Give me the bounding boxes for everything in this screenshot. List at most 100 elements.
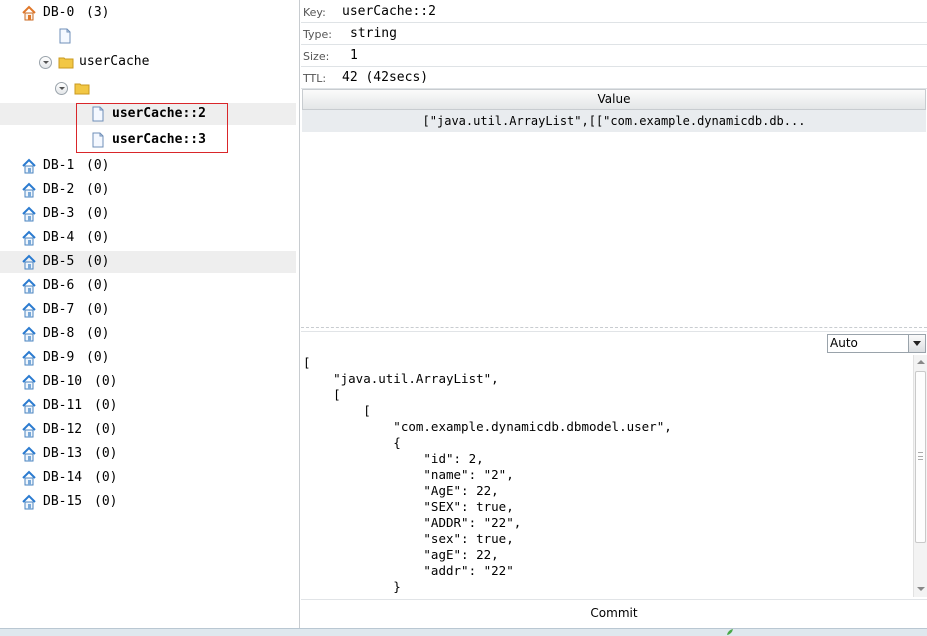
home-database-icon <box>22 278 36 294</box>
panel-splitter[interactable] <box>301 327 927 332</box>
leaf-icon <box>727 629 733 635</box>
key-detail-panel: Key: userCache::2 Type: string Size: 1 T… <box>301 0 927 628</box>
tree-item-db[interactable]: DB-9 (0) <box>0 347 296 369</box>
tree-item-db-label: DB-7 <box>43 302 75 317</box>
value-column-header[interactable]: Value <box>302 89 926 110</box>
tree-item-db-count: (0) <box>86 206 110 221</box>
scroll-up-icon[interactable] <box>916 358 926 368</box>
tree-item-db-count: (0) <box>86 350 110 365</box>
home-database-icon <box>22 230 36 246</box>
home-database-icon <box>22 182 36 198</box>
tree-item-db-count: (0) <box>94 494 118 509</box>
tree-item-unnamed-key[interactable] <box>0 25 296 47</box>
ttl-label: TTL: <box>303 72 327 85</box>
key-value[interactable]: userCache::2 <box>342 4 436 19</box>
type-label: Type: <box>303 28 332 41</box>
scroll-down-icon[interactable] <box>916 584 926 594</box>
collapse-toggle-icon[interactable] <box>55 82 68 95</box>
tree-item-db-count: (0) <box>94 446 118 461</box>
tree-item-db-count: (0) <box>86 278 110 293</box>
tree-item-db[interactable]: DB-12 (0) <box>0 419 296 441</box>
home-database-icon <box>22 158 36 174</box>
database-tree: DB-0 (3) userCache userCache::2 userCach… <box>0 0 300 628</box>
tree-item-db-label: DB-9 <box>43 350 75 365</box>
tree-item-subfolder[interactable] <box>0 77 296 99</box>
type-value: string <box>350 26 397 41</box>
home-database-icon <box>22 470 36 486</box>
editor-scrollbar[interactable] <box>913 355 927 597</box>
tree-item-db-label: DB-8 <box>43 326 75 341</box>
home-database-icon <box>22 374 36 390</box>
tree-item-db-count: (0) <box>94 398 118 413</box>
value-grid-row[interactable]: ["java.util.ArrayList",[["com.example.dy… <box>302 110 926 132</box>
home-database-icon <box>22 494 36 510</box>
tree-item-db[interactable]: DB-14 (0) <box>0 467 296 489</box>
tree-item-db-count: (0) <box>86 254 110 269</box>
tree-item-db-count: (0) <box>94 422 118 437</box>
tree-item-db[interactable]: DB-3 (0) <box>0 203 296 225</box>
ttl-value[interactable]: 42 (42secs) <box>342 70 428 85</box>
tree-item-db-count: (0) <box>86 326 110 341</box>
tree-item-db[interactable]: DB-13 (0) <box>0 443 296 465</box>
folder-icon <box>58 57 74 69</box>
selection-highlight-box <box>76 103 228 153</box>
tree-item-db-0-count: (3) <box>86 5 110 20</box>
tree-item-db-label: DB-13 <box>43 446 83 461</box>
commit-button[interactable]: Commit <box>301 599 927 628</box>
tree-item-db-label: DB-3 <box>43 206 75 221</box>
folder-icon <box>74 83 90 95</box>
tree-item-db[interactable]: DB-7 (0) <box>0 299 296 321</box>
tree-item-db-label: DB-10 <box>43 374 83 389</box>
tree-item-db-label: DB-12 <box>43 422 83 437</box>
scrollbar-thumb[interactable] <box>915 371 926 543</box>
tree-item-db-count: (0) <box>94 470 118 485</box>
tree-item-db-count: (0) <box>86 230 110 245</box>
collapse-toggle-icon[interactable] <box>39 56 52 69</box>
tree-item-db[interactable]: DB-4 (0) <box>0 227 296 249</box>
tree-item-db-count: (0) <box>86 158 110 173</box>
home-database-icon <box>22 398 36 414</box>
tree-item-db[interactable]: DB-10 (0) <box>0 371 296 393</box>
home-database-icon <box>22 5 36 21</box>
tree-item-usercache-folder[interactable]: userCache <box>0 51 296 73</box>
tree-item-db-count: (0) <box>86 182 110 197</box>
tree-item-db-label: DB-1 <box>43 158 75 173</box>
home-database-icon <box>22 422 36 438</box>
tree-item-db[interactable]: DB-8 (0) <box>0 323 296 345</box>
tree-item-db[interactable]: DB-15 (0) <box>0 491 296 513</box>
tree-item-db-label: DB-15 <box>43 494 83 509</box>
size-label: Size: <box>303 50 330 63</box>
home-database-icon <box>22 350 36 366</box>
home-database-icon <box>22 206 36 222</box>
home-database-icon <box>22 254 36 270</box>
chevron-down-icon[interactable] <box>908 335 925 352</box>
type-property-row: Type: string <box>301 23 927 45</box>
grip-icon <box>918 452 923 460</box>
format-select[interactable]: Auto <box>827 334 926 353</box>
tree-item-db-label: DB-14 <box>43 470 83 485</box>
home-database-icon <box>22 326 36 342</box>
document-icon <box>59 28 71 44</box>
tree-item-db-label: DB-6 <box>43 278 75 293</box>
tree-item-db[interactable]: DB-1 (0) <box>0 155 296 177</box>
tree-item-db-0[interactable]: DB-0 (3) <box>0 2 296 24</box>
key-label: Key: <box>303 6 326 19</box>
tree-item-db-label: DB-11 <box>43 398 83 413</box>
ttl-property-row: TTL: 42 (42secs) <box>301 67 927 89</box>
key-property-row: Key: userCache::2 <box>301 1 927 23</box>
tree-item-db-count: (0) <box>94 374 118 389</box>
format-select-value: Auto <box>830 336 858 350</box>
status-bar <box>0 628 927 636</box>
tree-item-db[interactable]: DB-5 (0) <box>0 251 296 273</box>
tree-item-db[interactable]: DB-2 (0) <box>0 179 296 201</box>
tree-item-db[interactable]: DB-11 (0) <box>0 395 296 417</box>
value-editor[interactable]: [ "java.util.ArrayList", [ [ "com.exampl… <box>301 355 913 597</box>
home-database-icon <box>22 446 36 462</box>
tree-item-db-count: (0) <box>86 302 110 317</box>
value-editor-text[interactable]: [ "java.util.ArrayList", [ [ "com.exampl… <box>303 355 672 595</box>
tree-item-usercache-label: userCache <box>79 54 150 69</box>
size-value: 1 <box>350 48 358 63</box>
tree-item-db-label: DB-4 <box>43 230 75 245</box>
tree-item-db[interactable]: DB-6 (0) <box>0 275 296 297</box>
home-database-icon <box>22 302 36 318</box>
